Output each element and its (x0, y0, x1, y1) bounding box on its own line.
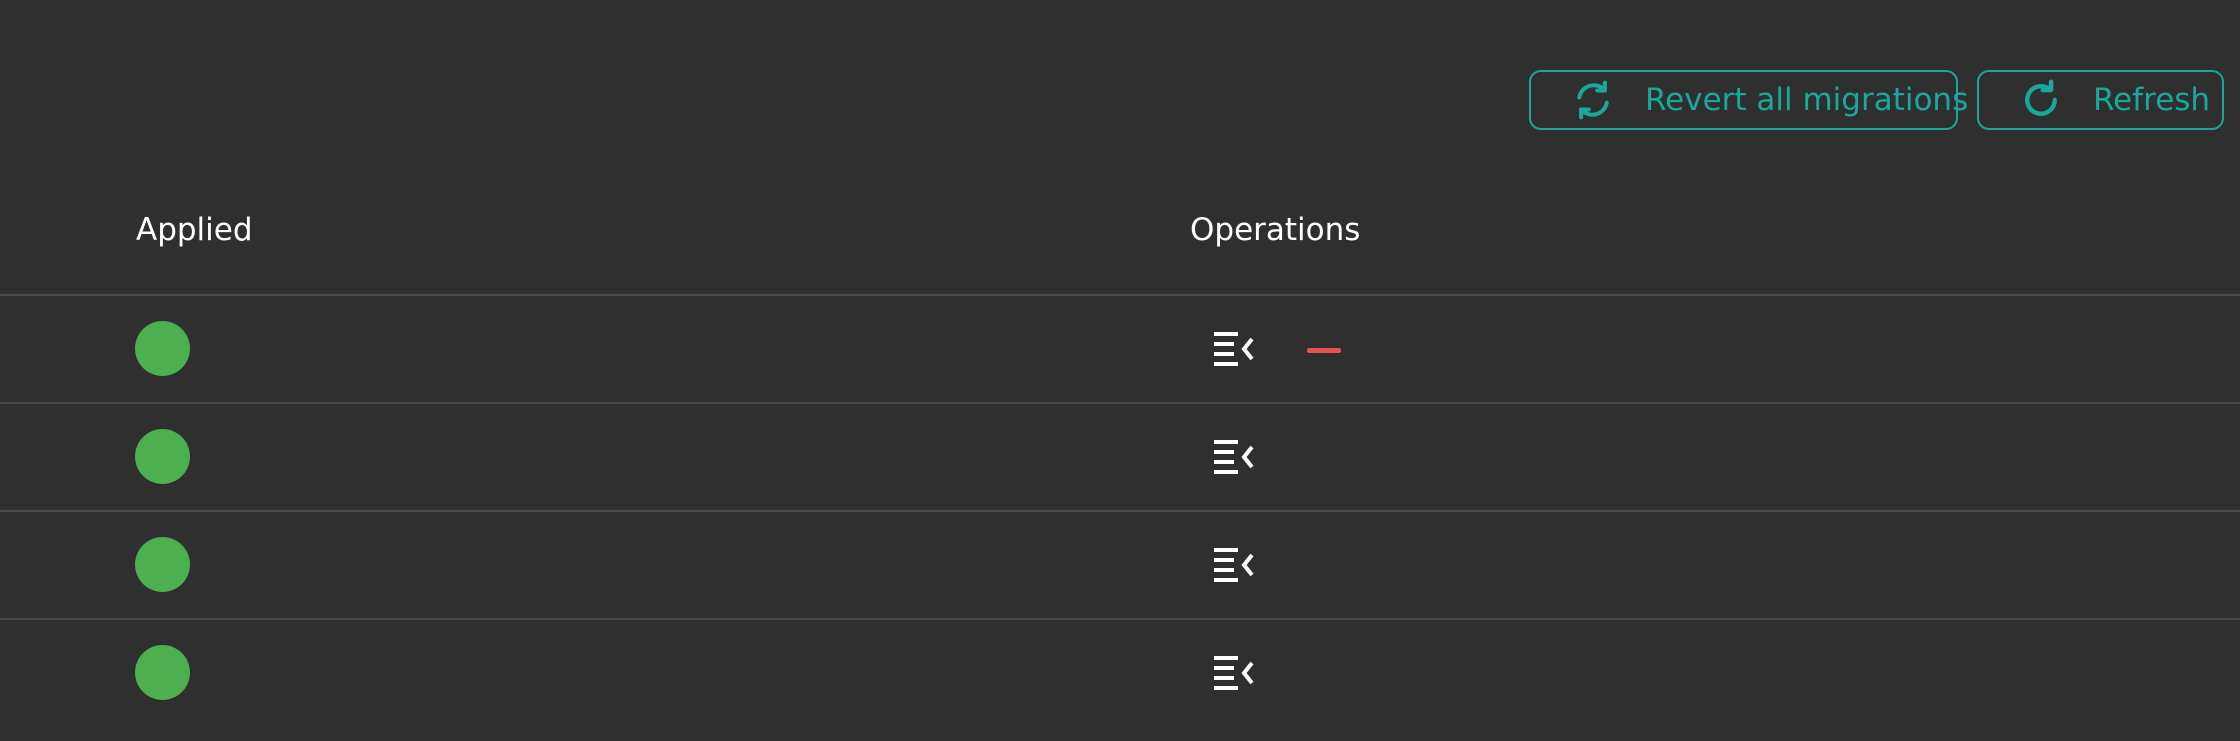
table-row (0, 296, 2240, 404)
applied-status-indicator (135, 537, 190, 592)
sync-icon (1577, 80, 1609, 120)
table-row (0, 512, 2240, 620)
table-header: Applied Operations (0, 190, 2240, 296)
toolbar: Revert all migrations Refresh (0, 70, 2240, 134)
details-icon[interactable] (1212, 542, 1258, 588)
applied-status-indicator (135, 645, 190, 700)
refresh-icon (2025, 79, 2057, 116)
revert-all-migrations-button[interactable]: Revert all migrations (1529, 70, 1968, 130)
applied-status-indicator (135, 429, 190, 484)
refresh-button[interactable]: Refresh (1977, 70, 2224, 130)
details-icon[interactable] (1212, 650, 1258, 696)
applied-status-indicator (135, 321, 190, 376)
migrations-table: Applied Operations (0, 190, 2240, 726)
column-header-operations: Operations (1190, 212, 1361, 248)
details-icon[interactable] (1212, 326, 1258, 372)
refresh-label: Refresh (2093, 82, 2211, 118)
revert-all-migrations-label: Revert all migrations (1645, 82, 1969, 118)
table-row (0, 404, 2240, 512)
details-icon[interactable] (1212, 434, 1258, 480)
table-row (0, 620, 2240, 726)
remove-icon[interactable] (1307, 346, 1341, 354)
column-header-applied: Applied (136, 212, 253, 248)
